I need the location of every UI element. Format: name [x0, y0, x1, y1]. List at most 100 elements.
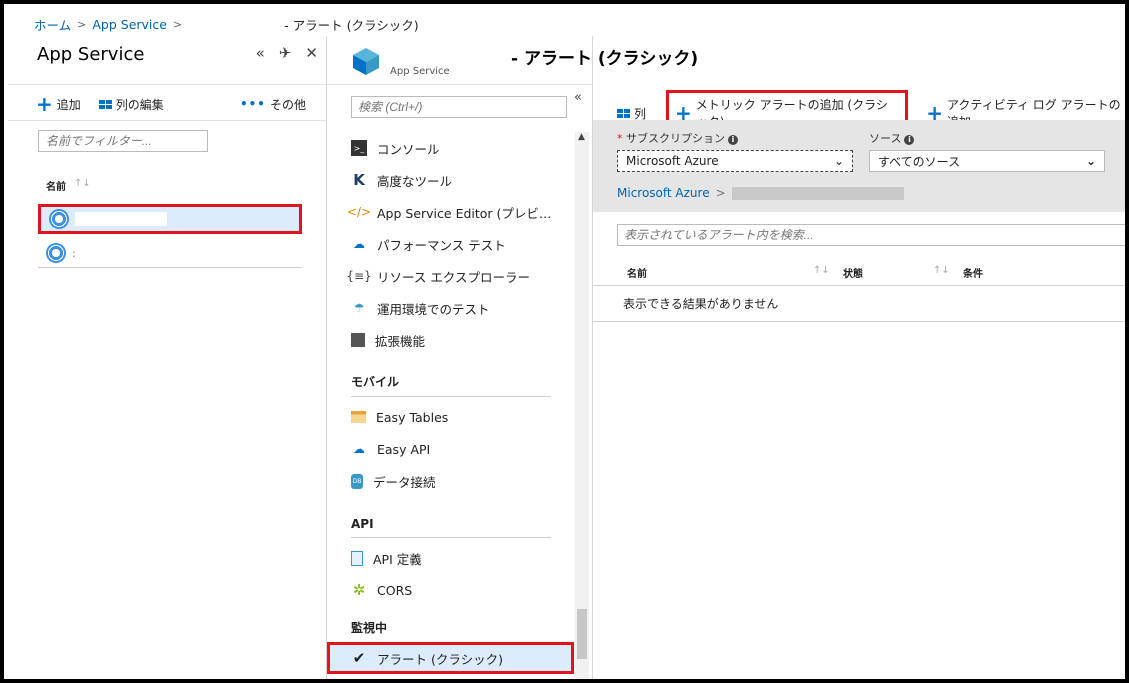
column-status[interactable]: 状態 [843, 265, 863, 280]
menu-scrollbar[interactable]: ▲ [575, 132, 589, 679]
columns-button[interactable]: 列 [617, 105, 646, 122]
breadcrumb-separator: > [77, 17, 87, 31]
menu-item-label: Easy API [377, 441, 431, 457]
menu-item-app-service-editor[interactable]: </> App Service Editor (プレビ… [327, 196, 572, 228]
filter-panel: * サブスクリプション i Microsoft Azure ⌄ ソース i すべての… [593, 120, 1125, 212]
breadcrumb: ホーム > App Service > - アラート (クラシック) [34, 14, 419, 34]
editor-icon: </> [346, 205, 372, 219]
cors-icon: ✲ [352, 581, 366, 599]
subscription-link[interactable]: Microsoft Azure [617, 186, 710, 200]
breadcrumb-app-service[interactable]: App Service [92, 17, 167, 32]
menu-item-label: 拡張機能 [375, 333, 426, 349]
breadcrumb-redacted [188, 18, 279, 30]
menu-item-label: データ接続 [373, 474, 436, 490]
menu-item-easy-tables[interactable]: Easy Tables [327, 401, 572, 433]
subscription-label: * サブスクリプション i [617, 130, 738, 146]
edit-columns-button[interactable]: 列の編集 [98, 96, 164, 113]
scroll-up-icon[interactable]: ▲ [578, 132, 585, 142]
columns-icon [617, 108, 630, 118]
subscription-label-text: サブスクリプション [626, 132, 725, 145]
divider [8, 84, 327, 85]
divider [8, 120, 327, 121]
add-label: 追加 [56, 97, 81, 112]
name-column-header[interactable]: 名前 ↑↓ [46, 178, 91, 193]
menu-item-label: コンソール [377, 141, 440, 157]
menu-item-label: リソース エクスプローラー [377, 269, 530, 285]
alert-search-input[interactable] [617, 224, 1125, 246]
menu-item-extensions[interactable]: 拡張機能 [327, 324, 572, 356]
menu-item-cors[interactable]: ✲ CORS [327, 574, 572, 606]
resource-menu: >_ コンソール K 高度なツール </> App Service Editor… [327, 132, 574, 674]
edit-columns-label: 列の編集 [115, 97, 164, 112]
menu-item-label: CORS [377, 582, 413, 598]
resource-menu-blade: App Service « >_ コンソール K 高度なツール </> App … [327, 36, 1120, 679]
menu-search-input[interactable] [351, 96, 567, 118]
section-mobile: モバイル [351, 375, 400, 389]
column-name[interactable]: 名前 [627, 265, 647, 280]
console-icon: >_ [351, 140, 367, 156]
more-label: その他 [269, 97, 306, 112]
menu-item-label: Easy Tables [376, 409, 449, 425]
column-condition[interactable]: 条件 [963, 265, 983, 280]
menu-item-label: API 定義 [373, 551, 422, 567]
portal-window: ホーム > App Service > - アラート (クラシック) App S… [0, 0, 1129, 683]
divider [351, 396, 551, 397]
menu-item-advanced-tools[interactable]: K 高度なツール [327, 164, 572, 196]
source-label-text: ソース [869, 132, 902, 145]
check-icon: ✔ [352, 649, 366, 667]
info-icon[interactable]: i [728, 135, 738, 145]
doc-icon [351, 550, 363, 566]
extension-icon [351, 333, 365, 347]
collapse-menu-icon[interactable]: « [574, 90, 582, 105]
divider [351, 537, 551, 538]
alerts-table-header: 名前 ↑↓ 状態 ↑↓ 条件 [593, 256, 1125, 286]
cloud-icon: ☁ [353, 237, 365, 251]
menu-item-performance-test[interactable]: ☁ パフォーマンス テスト [327, 228, 572, 260]
name-filter-input[interactable] [38, 130, 208, 152]
menu-item-resource-explorer[interactable]: {≡} リソース エクスプローラー [327, 260, 572, 292]
subscription-dropdown[interactable]: Microsoft Azure ⌄ [617, 150, 853, 172]
chevron-down-icon: ⌄ [833, 154, 844, 168]
explorer-icon: {≡} [346, 269, 372, 283]
menu-item-easy-api[interactable]: ☁ Easy API [327, 433, 572, 465]
resource-name: : [72, 246, 76, 260]
source-label: ソース i [869, 130, 915, 146]
breadcrumb-current: - アラート (クラシック) [284, 17, 419, 33]
menu-item-testing-in-production[interactable]: ☂ 運用環境でのテスト [327, 292, 572, 324]
menu-item-label: App Service Editor (プレビ… [377, 205, 552, 221]
menu-item-api-definition[interactable]: API 定義 [327, 542, 572, 574]
menu-item-console[interactable]: >_ コンソール [327, 132, 572, 164]
plus-icon: + [36, 92, 53, 116]
breadcrumb-home[interactable]: ホーム [34, 15, 71, 34]
alerts-blade: - アラート (クラシック) 列 + メトリック アラートの追加 (クラシック)… [511, 36, 1125, 679]
kudu-icon: K [353, 171, 365, 189]
pin-icon[interactable]: ✈ [279, 44, 292, 62]
resource-type-caption: App Service [390, 66, 450, 77]
source-dropdown[interactable]: すべてのソース ⌄ [869, 150, 1105, 172]
section-api: API [351, 517, 374, 531]
required-marker: * [617, 132, 626, 145]
sort-icon[interactable]: ↑↓ [933, 265, 950, 276]
collapse-icon[interactable]: « [256, 44, 265, 62]
menu-item-alerts-classic[interactable]: ✔ アラート (クラシック) [327, 642, 574, 674]
scrollbar-thumb[interactable] [577, 609, 587, 659]
ellipsis-icon: ••• [239, 97, 266, 111]
redacted-resource [731, 186, 904, 200]
blade-title: App Service [37, 44, 145, 65]
menu-item-label: 高度なツール [377, 173, 453, 189]
resource-row-selected[interactable] [38, 204, 302, 234]
cloud-api-icon: ☁ [353, 442, 365, 456]
close-icon[interactable]: ✕ [305, 44, 318, 62]
subscription-value: Microsoft Azure [626, 154, 719, 168]
menu-item-label: パフォーマンス テスト [377, 237, 506, 253]
resource-row[interactable]: : [38, 239, 302, 268]
add-button[interactable]: + 追加 [36, 94, 81, 114]
menu-item-data-connections[interactable]: DB データ接続 [327, 465, 572, 497]
menu-item-label: 運用環境でのテスト [377, 301, 490, 317]
breadcrumb-separator: > [715, 186, 726, 200]
more-button[interactable]: ••• その他 [240, 96, 306, 113]
info-icon[interactable]: i [904, 135, 915, 145]
app-service-cube-icon [353, 48, 379, 75]
sort-icon[interactable]: ↑↓ [813, 265, 830, 276]
breadcrumb-separator: > [172, 17, 183, 31]
